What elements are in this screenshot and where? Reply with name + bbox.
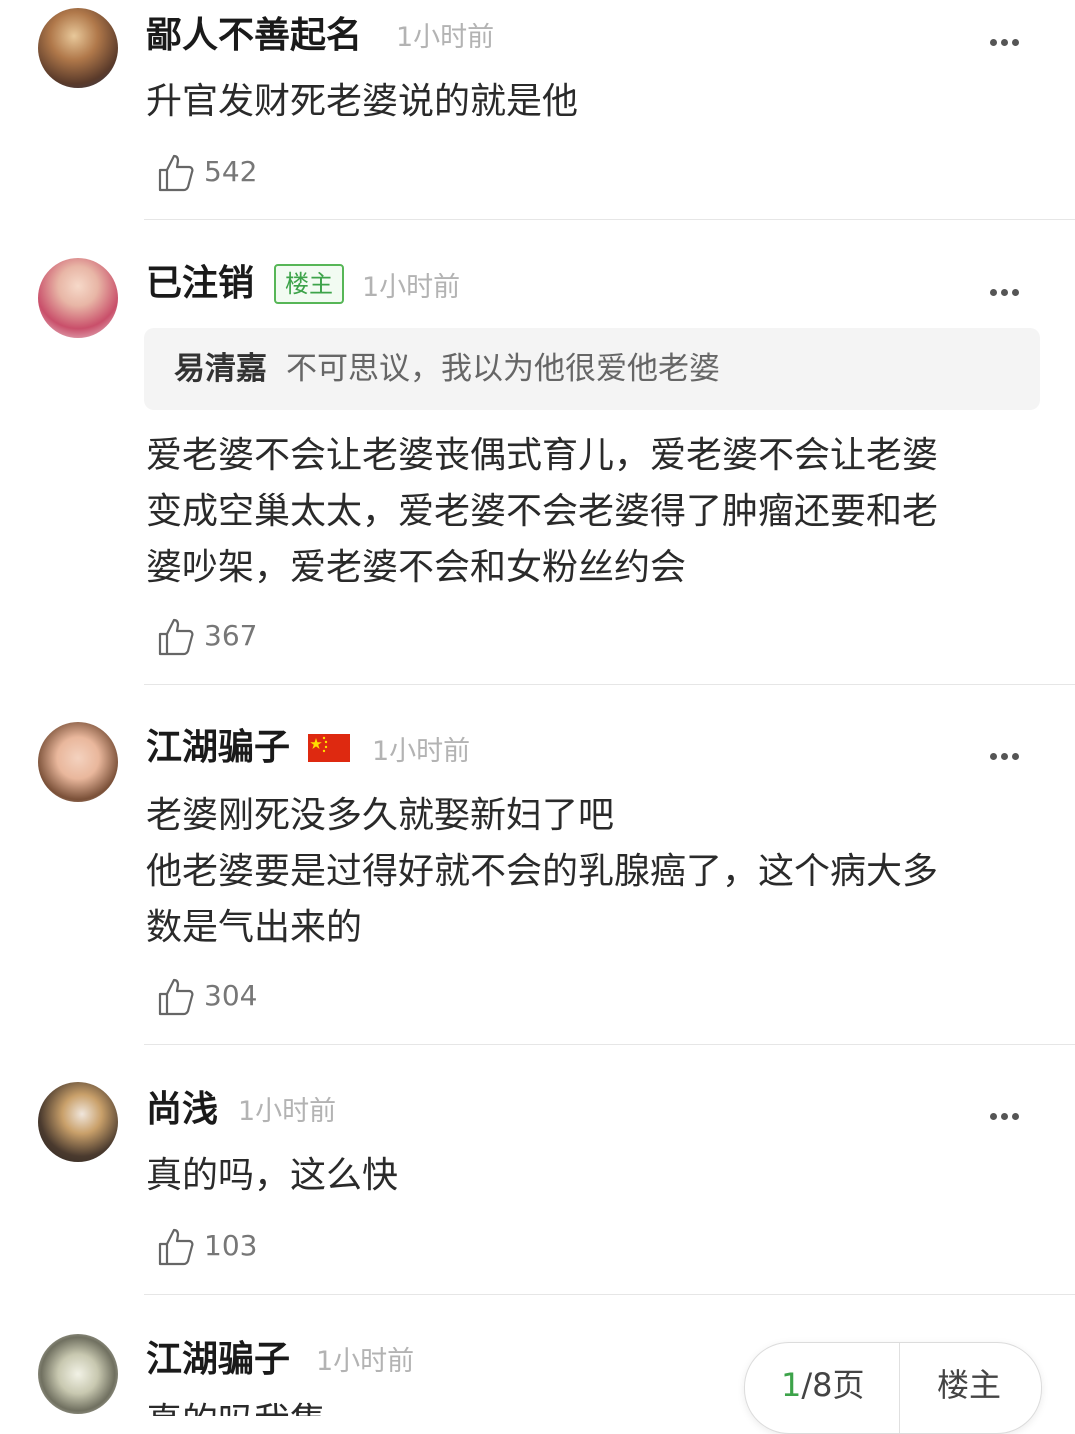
avatar[interactable]: [38, 1082, 118, 1162]
only-thread-owner-button[interactable]: 楼主: [937, 1363, 1001, 1407]
username[interactable]: 江湖骗子: [146, 726, 290, 770]
thumbs-up-icon: [158, 154, 194, 192]
current-page: 1: [781, 1366, 802, 1404]
timestamp: 1小时前: [316, 1346, 415, 1377]
comment-text: 爱老婆不会让老婆丧偶式育儿，爱老婆不会让老婆 变成空巢太太，爱老婆不会老婆得了肿…: [146, 435, 939, 588]
timestamp: 1小时前: [238, 1096, 337, 1127]
like-count: 103: [204, 1229, 258, 1262]
username[interactable]: 尚浅: [146, 1088, 218, 1132]
thread-owner-badge: 楼主: [274, 264, 344, 304]
comment-text: 真的吗，这么快: [146, 1155, 399, 1196]
divider: [144, 684, 1075, 685]
username[interactable]: 已注销: [146, 262, 254, 306]
username[interactable]: 鄙人不善起名: [146, 14, 362, 58]
like-count: 367: [204, 619, 258, 652]
thumbs-up-icon: [158, 978, 194, 1016]
total-pages: /8页: [801, 1366, 865, 1404]
timestamp: 1小时前: [362, 272, 461, 303]
page-navigator: 1/8页 楼主: [744, 1342, 1042, 1434]
divider: [144, 219, 1075, 220]
more-options-icon[interactable]: [988, 22, 1021, 52]
china-flag-icon: [308, 734, 350, 762]
thumbs-up-icon: [158, 618, 194, 656]
avatar[interactable]: [38, 1334, 118, 1414]
page-indicator-button[interactable]: 1/8页: [781, 1363, 865, 1407]
divider: [144, 1044, 1075, 1045]
like-count: 542: [204, 155, 258, 188]
pager-divider: [899, 1343, 900, 1433]
quoted-reply[interactable]: 易清嘉 不可思议，我以为他很爱他老婆: [144, 328, 1040, 410]
divider: [144, 1294, 1075, 1295]
timestamp: 1小时前: [396, 22, 495, 53]
more-options-icon[interactable]: [988, 1096, 1021, 1126]
timestamp: 1小时前: [372, 736, 471, 767]
avatar[interactable]: [38, 722, 118, 802]
quoted-text: 不可思议，我以为他很爱他老婆: [286, 351, 720, 387]
comment-text: 老婆刚死没多久就娶新妇了吧 他老婆要是过得好就不会的乳腺癌了，这个病大多 数是气…: [146, 795, 939, 948]
more-options-icon[interactable]: [988, 272, 1021, 302]
avatar[interactable]: [38, 8, 118, 88]
more-options-icon[interactable]: [988, 736, 1021, 766]
username[interactable]: 江湖骗子: [146, 1338, 290, 1382]
thumbs-up-icon: [158, 1228, 194, 1266]
comment-text: 升官发财死老婆说的就是他: [146, 81, 579, 122]
like-count: 304: [204, 979, 258, 1012]
avatar[interactable]: [38, 258, 118, 338]
quoted-username[interactable]: 易清嘉: [174, 348, 267, 390]
